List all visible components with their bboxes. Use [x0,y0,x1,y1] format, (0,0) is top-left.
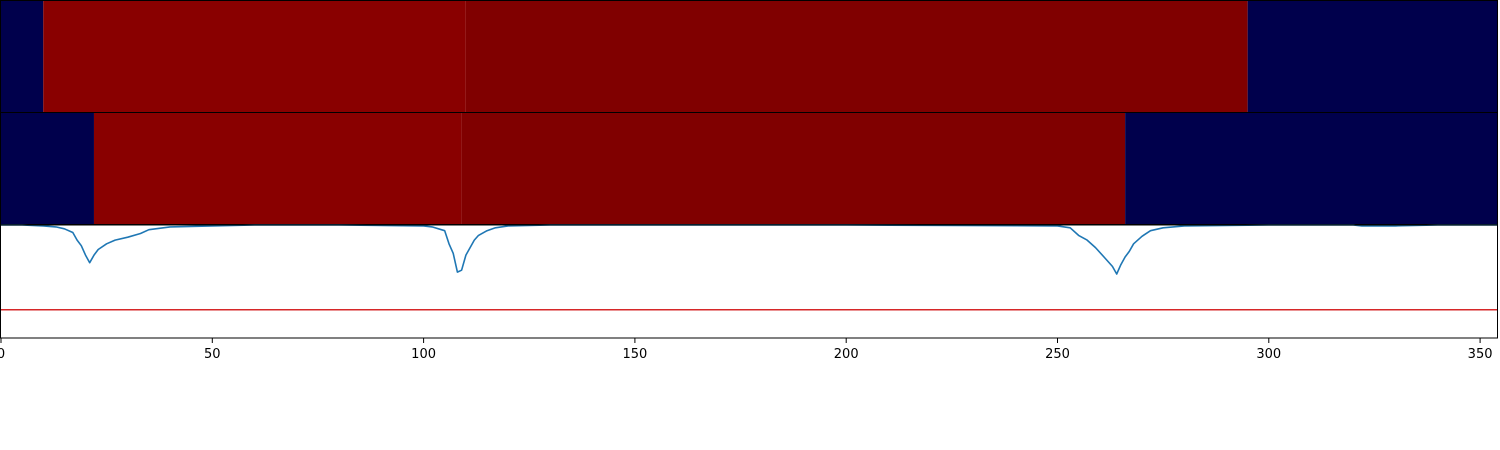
x-tick-label-200: 200 [834,347,859,362]
heat-segment-row1-2 [43,1,466,112]
x-tick-label-0: 0 [0,347,5,362]
x-tick-label-250: 250 [1045,347,1070,362]
heat-segment-row2-4 [1125,113,1497,224]
line-panel [0,224,1498,339]
heat-segment-row2-3 [461,113,1126,224]
x-tick-label-50: 50 [204,347,221,362]
x-tick-label-300: 300 [1256,347,1281,362]
chart: 0 50 100 150 200 250 300 350 [0,0,1498,362]
x-tick-label-100: 100 [411,347,436,362]
heat-segment-row1-1 [1,1,44,112]
line-panel-frame [0,224,1498,339]
heat-segment-row2-2 [93,113,462,224]
x-tick-label-350: 350 [1468,347,1493,362]
heat-segment-row1-3 [465,1,1248,112]
x-tick-label-150: 150 [622,347,647,362]
heat-segment-row1-4 [1247,1,1497,112]
heatmap-rows [0,0,1498,225]
heat-segment-row2-1 [1,113,94,224]
x-axis: 0 50 100 150 200 250 300 350 [0,338,1493,362]
signal-line [1,224,1497,275]
